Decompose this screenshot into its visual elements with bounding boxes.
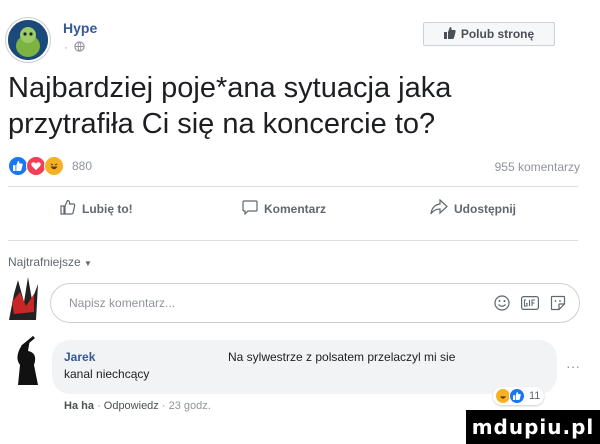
thumbs-up-outline-icon (60, 199, 76, 218)
comment-bubble-icon (242, 199, 258, 218)
user-avatar[interactable] (4, 272, 44, 322)
emoji-icon[interactable] (493, 294, 511, 312)
page-avatar[interactable] (6, 18, 50, 62)
commenter-avatar[interactable] (4, 335, 46, 387)
reaction-link[interactable]: Ha ha (64, 400, 94, 412)
caret-down-icon: ▼ (84, 259, 92, 268)
comments-count[interactable]: 955 komentarzy (495, 160, 580, 174)
watermark-logo: mdupiu.pl (466, 410, 600, 444)
reactions-count: 880 (72, 159, 93, 173)
comment-reactions[interactable]: 11 (493, 387, 545, 405)
reactions-summary[interactable]: 880 (8, 156, 92, 176)
sort-label: Najtrafniejsze (8, 255, 81, 269)
post-text: Najbardziej poje*ana sytuacja jaka przyt… (8, 72, 452, 140)
post-meta: · (64, 41, 85, 55)
comment-actions: Ha ha · Odpowiedz · 23 godz. (64, 400, 211, 412)
like-reaction-icon (509, 388, 525, 404)
like-page-label: Polub stronę (460, 27, 535, 41)
divider (8, 240, 578, 241)
meta-dot: · (64, 41, 68, 54)
share-button[interactable]: Udostępnij (430, 198, 516, 218)
globe-icon (74, 41, 85, 55)
sticker-icon[interactable] (549, 294, 567, 312)
comments-sort-dropdown[interactable]: Najtrafniejsze ▼ (8, 255, 92, 269)
comment-text-line1: Na sylwestrze z polsatem przelaczyl mi s… (228, 350, 456, 364)
haha-reaction-icon (44, 156, 64, 176)
love-reaction-icon (26, 156, 46, 176)
comment-options-icon[interactable]: ··· (566, 358, 580, 374)
page-name[interactable]: Hype (63, 20, 97, 36)
share-button-label: Udostępnij (454, 201, 516, 216)
share-arrow-icon (430, 198, 448, 218)
comment-button-label: Komentarz (264, 201, 327, 216)
comment-button[interactable]: Komentarz (242, 199, 326, 218)
like-reaction-icon (8, 156, 28, 176)
divider (8, 186, 578, 187)
like-page-button[interactable]: Polub stronę (423, 22, 555, 46)
gif-icon[interactable] (521, 294, 539, 312)
comment-input[interactable]: Napisz komentarz... (50, 283, 580, 323)
thumbs-up-icon (443, 26, 456, 42)
reply-link[interactable]: Odpowiedz (104, 400, 159, 412)
comment-line-1: Jarek Na sylwestrze z polsatem przelaczy… (64, 349, 545, 366)
separator-dot: · (97, 400, 104, 412)
comment-input-placeholder: Napisz komentarz... (69, 296, 176, 310)
comment-reaction-count: 11 (529, 390, 541, 402)
comment-text-line2: kanal niechcący (64, 367, 150, 381)
comment-author[interactable]: Jarek (64, 349, 228, 366)
separator-dot: · (161, 400, 169, 412)
comment-time: 23 godz. (168, 400, 211, 412)
like-button-label: Lubię to! (82, 201, 133, 216)
like-button[interactable]: Lubię to! (60, 199, 133, 218)
comment-bubble: Jarek Na sylwestrze z polsatem przelaczy… (52, 340, 557, 394)
